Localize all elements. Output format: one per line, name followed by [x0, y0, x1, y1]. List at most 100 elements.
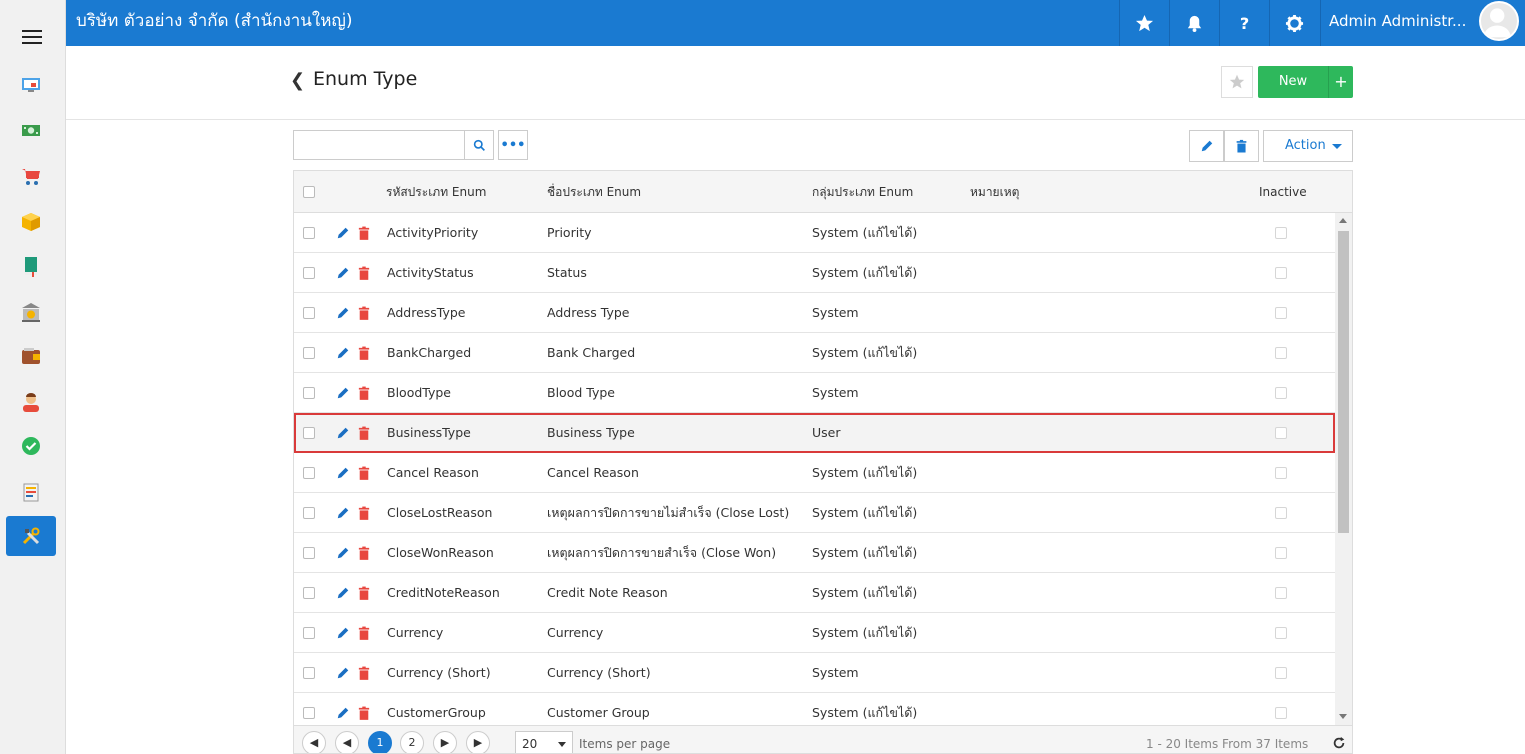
inactive-checkbox[interactable]: [1275, 347, 1287, 359]
table-row[interactable]: CreditNoteReason Credit Note Reason Syst…: [294, 573, 1335, 613]
dashboard-icon[interactable]: [6, 64, 56, 104]
pencil-icon[interactable]: [336, 226, 350, 240]
trash-icon[interactable]: [358, 706, 370, 720]
person-icon[interactable]: [6, 382, 56, 422]
star-icon[interactable]: [1119, 0, 1169, 46]
help-icon[interactable]: ?: [1219, 0, 1269, 46]
inactive-checkbox[interactable]: [1275, 307, 1287, 319]
row-checkbox[interactable]: [303, 587, 315, 599]
scrollbar-thumb[interactable]: [1338, 231, 1349, 533]
pencil-icon[interactable]: [336, 506, 350, 520]
trash-icon[interactable]: [358, 506, 370, 520]
pencil-icon[interactable]: [336, 426, 350, 440]
cart-icon[interactable]: [6, 156, 56, 196]
trash-icon[interactable]: [358, 466, 370, 480]
table-row[interactable]: Currency Currency System (แก้ไขได้): [294, 613, 1335, 653]
row-checkbox[interactable]: [303, 667, 315, 679]
pencil-icon[interactable]: [336, 266, 350, 280]
first-page-button[interactable]: ◀​: [302, 731, 326, 753]
page-1-button[interactable]: 1: [368, 731, 392, 753]
inactive-checkbox[interactable]: [1275, 427, 1287, 439]
trash-icon[interactable]: [358, 306, 370, 320]
row-checkbox[interactable]: [303, 627, 315, 639]
bank-icon[interactable]: [6, 292, 56, 332]
row-checkbox[interactable]: [303, 547, 315, 559]
refresh-icon[interactable]: [1332, 736, 1346, 750]
back-chevron-icon[interactable]: ❮: [290, 70, 305, 91]
column-remark[interactable]: หมายเหตุ: [970, 171, 1019, 213]
inactive-checkbox[interactable]: [1275, 667, 1287, 679]
check-icon[interactable]: [6, 426, 56, 466]
inactive-checkbox[interactable]: [1275, 547, 1287, 559]
delete-button[interactable]: [1224, 130, 1259, 162]
inactive-checkbox[interactable]: [1275, 627, 1287, 639]
row-checkbox[interactable]: [303, 707, 315, 719]
row-checkbox[interactable]: [303, 307, 315, 319]
bell-icon[interactable]: [1169, 0, 1219, 46]
pencil-icon[interactable]: [336, 386, 350, 400]
table-row[interactable]: CloseWonReason เหตุผลการปิดการขายสำเร็จ …: [294, 533, 1335, 573]
inactive-checkbox[interactable]: [1275, 507, 1287, 519]
trash-icon[interactable]: [358, 626, 370, 640]
scroll-up-icon[interactable]: [1339, 218, 1347, 223]
table-row[interactable]: Currency (Short) Currency (Short) System: [294, 653, 1335, 693]
table-row[interactable]: ActivityPriority Priority System (แก้ไขไ…: [294, 213, 1335, 253]
new-button[interactable]: New: [1258, 66, 1328, 98]
trash-icon[interactable]: [358, 386, 370, 400]
menu-icon[interactable]: [22, 30, 42, 46]
tools-icon[interactable]: [6, 516, 56, 556]
trash-icon[interactable]: [358, 546, 370, 560]
box-icon[interactable]: [6, 202, 56, 242]
inactive-checkbox[interactable]: [1275, 387, 1287, 399]
more-options-button[interactable]: •••: [498, 130, 528, 160]
next-page-button[interactable]: ▶: [433, 731, 457, 753]
row-checkbox[interactable]: [303, 507, 315, 519]
vertical-scrollbar[interactable]: [1335, 213, 1352, 725]
action-dropdown[interactable]: Action: [1263, 130, 1353, 162]
pencil-icon[interactable]: [336, 666, 350, 680]
row-checkbox[interactable]: [303, 387, 315, 399]
table-row[interactable]: AddressType Address Type System: [294, 293, 1335, 333]
column-code[interactable]: รหัสประเภท Enum: [386, 171, 486, 213]
scroll-down-icon[interactable]: [1339, 714, 1347, 719]
company-name[interactable]: บริษัท ตัวอย่าง จำกัด (สำนักงานใหญ่): [76, 0, 353, 46]
column-name[interactable]: ชื่อประเภท Enum: [547, 171, 641, 213]
column-inactive[interactable]: Inactive: [1259, 171, 1307, 213]
trash-icon[interactable]: [358, 226, 370, 240]
table-row[interactable]: ActivityStatus Status System (แก้ไขได้): [294, 253, 1335, 293]
pencil-icon[interactable]: [336, 546, 350, 560]
page-size-select[interactable]: 20: [515, 731, 573, 753]
gear-icon[interactable]: [1269, 0, 1319, 46]
inactive-checkbox[interactable]: [1275, 467, 1287, 479]
new-plus-button[interactable]: +: [1328, 66, 1353, 98]
inactive-checkbox[interactable]: [1275, 707, 1287, 719]
trash-icon[interactable]: [358, 586, 370, 600]
search-button[interactable]: [464, 130, 494, 160]
pencil-icon[interactable]: [336, 706, 350, 720]
pencil-icon[interactable]: [336, 466, 350, 480]
row-checkbox[interactable]: [303, 267, 315, 279]
favorite-button[interactable]: [1221, 66, 1253, 98]
table-row[interactable]: Cancel Reason Cancel Reason System (แก้ไ…: [294, 453, 1335, 493]
pencil-icon[interactable]: [336, 586, 350, 600]
search-input[interactable]: [293, 130, 465, 160]
last-page-button[interactable]: ▶: [466, 731, 490, 753]
row-checkbox[interactable]: [303, 227, 315, 239]
column-group[interactable]: กลุ่มประเภท Enum: [812, 171, 913, 213]
pencil-icon[interactable]: [336, 346, 350, 360]
table-row[interactable]: CloseLostReason เหตุผลการปิดการขายไม่สำเ…: [294, 493, 1335, 533]
transfer-icon[interactable]: [6, 472, 56, 512]
pencil-icon[interactable]: [336, 306, 350, 320]
table-row[interactable]: CustomerGroup Customer Group System (แก้…: [294, 693, 1335, 725]
table-row[interactable]: BusinessType Business Type User: [294, 413, 1335, 453]
select-all-checkbox[interactable]: [303, 186, 315, 198]
prev-page-button[interactable]: ◀: [335, 731, 359, 753]
inactive-checkbox[interactable]: [1275, 587, 1287, 599]
book-icon[interactable]: [6, 246, 56, 286]
avatar[interactable]: [1479, 1, 1519, 41]
wallet-icon[interactable]: [6, 336, 56, 376]
row-checkbox[interactable]: [303, 467, 315, 479]
trash-icon[interactable]: [358, 666, 370, 680]
edit-button[interactable]: [1189, 130, 1224, 162]
row-checkbox[interactable]: [303, 347, 315, 359]
